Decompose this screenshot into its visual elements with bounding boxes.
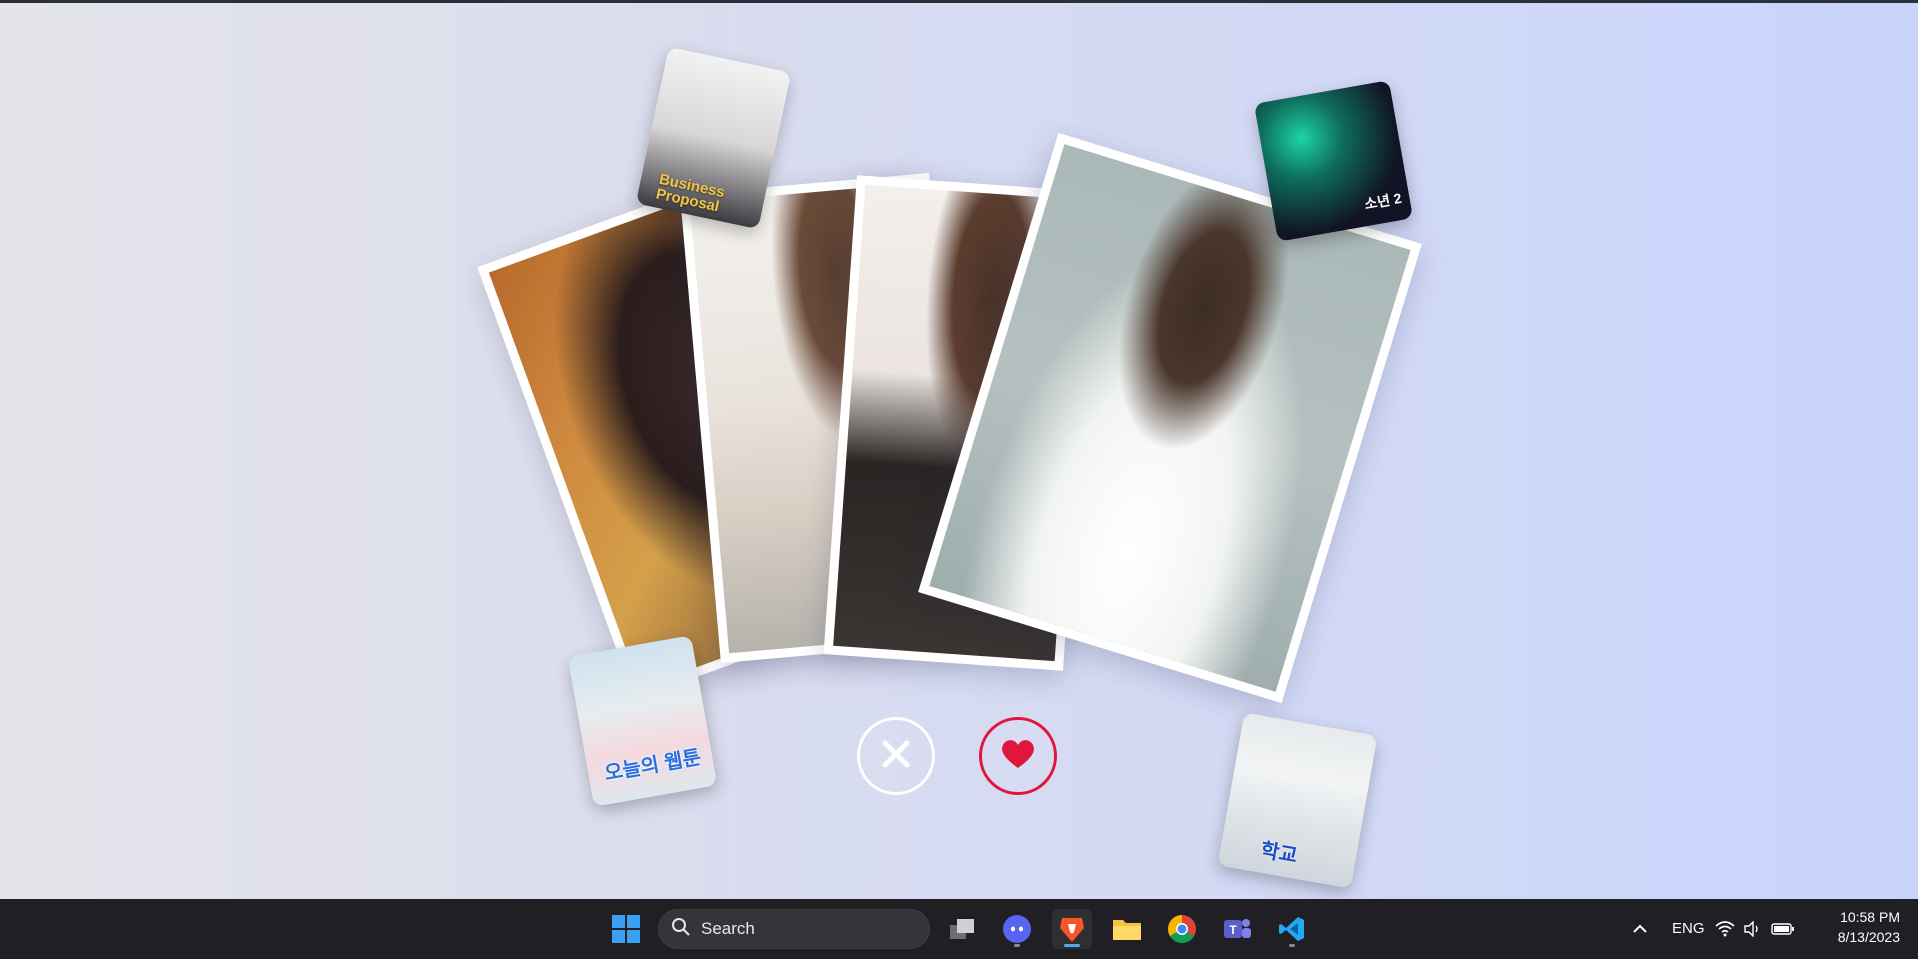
poster-caption: 학교 — [1258, 839, 1299, 868]
running-indicator — [1014, 944, 1020, 947]
active-indicator — [1064, 944, 1080, 947]
running-indicator — [1289, 944, 1295, 947]
brave-icon[interactable] — [1052, 909, 1092, 949]
reject-button[interactable] — [857, 717, 935, 795]
clock[interactable]: 10:58 PM 8/13/2023 — [1838, 907, 1900, 947]
clock-time: 10:58 PM — [1840, 909, 1900, 925]
wifi-icon[interactable] — [1712, 909, 1738, 949]
search-icon — [671, 917, 691, 942]
vscode-icon[interactable] — [1272, 909, 1312, 949]
taskbar: Search T ENG 10:58 PM 8/13/2023 — [0, 899, 1918, 959]
close-icon — [879, 737, 913, 776]
poster-bottom-right[interactable]: 학교 — [1217, 712, 1378, 889]
like-button[interactable] — [979, 717, 1057, 795]
discord-icon[interactable] — [997, 909, 1037, 949]
photo-swipe-page: Business Proposal 소년 2 오늘의 웹툰 학교 — [0, 3, 1918, 899]
poster-caption: 소년 2 — [1363, 189, 1403, 213]
chevron-up-icon[interactable] — [1620, 909, 1660, 949]
clock-date: 8/13/2023 — [1837, 929, 1900, 945]
battery-icon[interactable] — [1768, 909, 1798, 949]
taskbar-search[interactable]: Search — [658, 909, 930, 949]
poster-bottom-left[interactable]: 오늘의 웹툰 — [567, 635, 718, 807]
language-indicator[interactable]: ENG — [1672, 920, 1705, 937]
file-explorer-icon[interactable] — [1107, 909, 1147, 949]
heart-icon — [1000, 738, 1036, 775]
task-view-icon[interactable] — [942, 909, 982, 949]
teams-icon[interactable]: T — [1217, 909, 1257, 949]
poster-top-right[interactable]: 소년 2 — [1253, 80, 1414, 242]
search-label: Search — [701, 919, 755, 938]
svg-text:T: T — [1229, 923, 1237, 937]
poster-caption: 오늘의 웹툰 — [602, 746, 703, 786]
chrome-icon[interactable] — [1162, 909, 1202, 949]
windows-start-icon[interactable] — [606, 909, 646, 949]
volume-icon[interactable] — [1740, 909, 1766, 949]
